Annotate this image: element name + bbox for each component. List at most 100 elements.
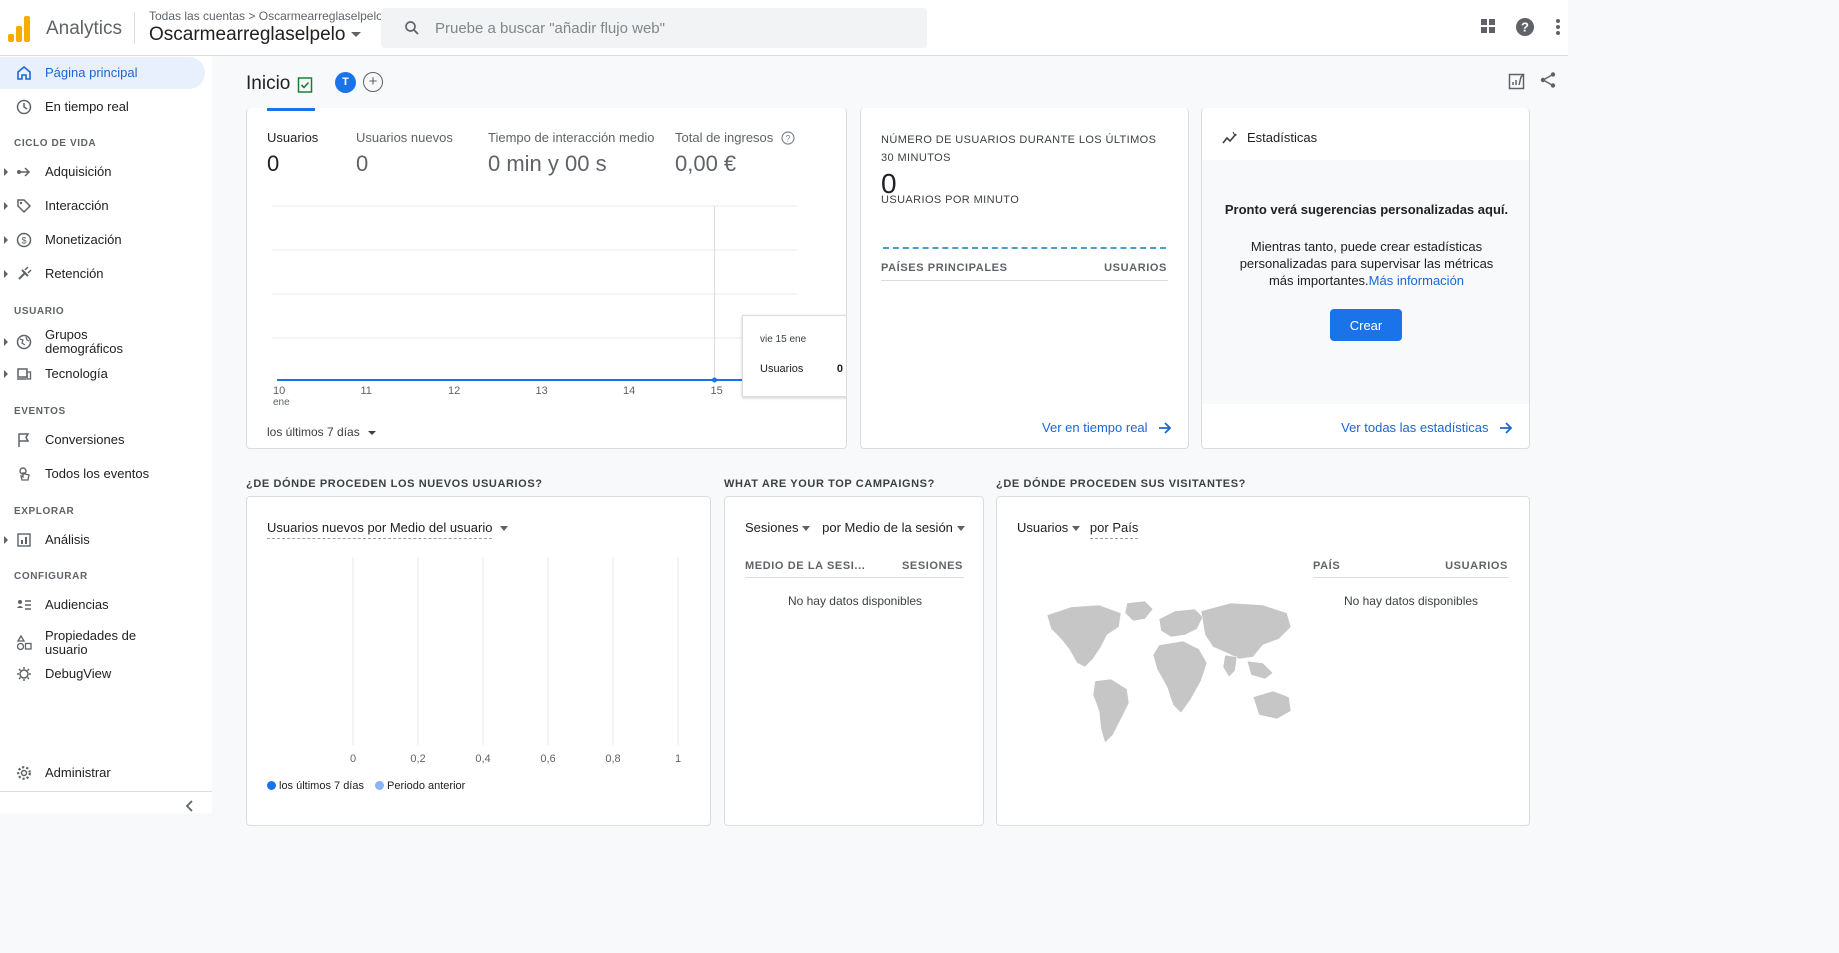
- view-all-insights-link[interactable]: Ver todas las estadísticas: [1341, 419, 1513, 437]
- metric-engagement-time[interactable]: Tiempo de interacción medio 0 min y 00 s: [488, 130, 654, 177]
- customize-report-icon[interactable]: [1508, 72, 1526, 90]
- search-input[interactable]: [435, 8, 915, 48]
- explore-icon: [17, 533, 31, 547]
- bug-gear-icon: [17, 667, 31, 681]
- overview-card: Usuarios 0 Usuarios nuevos 0 Tiempo de i…: [246, 108, 847, 449]
- chevron-down-icon: [802, 526, 811, 532]
- sidebar-item-monetization[interactable]: $ Monetización: [0, 224, 205, 256]
- divider: [1313, 577, 1509, 578]
- add-comparison-button[interactable]: +: [363, 72, 383, 92]
- create-insight-button[interactable]: Crear: [1330, 309, 1402, 341]
- new-users-selector[interactable]: Usuarios nuevos por Medio del usuario: [267, 520, 509, 539]
- section-user: USUARIO: [14, 306, 65, 317]
- breadcrumb-root[interactable]: Todas las cuentas: [149, 9, 245, 23]
- expand-arrow-icon[interactable]: [4, 236, 8, 244]
- sidebar-item-acquisition[interactable]: Adquisición: [0, 156, 205, 188]
- svg-text:?: ?: [1521, 20, 1529, 35]
- expand-arrow-icon[interactable]: [4, 370, 8, 378]
- expand-arrow-icon[interactable]: [4, 202, 8, 210]
- more-info-link[interactable]: Más información: [1369, 273, 1464, 288]
- acquisition-icon: [17, 167, 31, 177]
- analytics-logo-icon[interactable]: [8, 14, 32, 42]
- insights-body: Pronto verá sugerencias personalizadas a…: [1202, 160, 1529, 404]
- section-title-new-users: ¿DE DÓNDE PROCEDEN LOS NUEVOS USUARIOS?: [246, 478, 543, 490]
- devices-icon: [17, 368, 32, 380]
- verified-doc-icon[interactable]: [297, 76, 313, 93]
- legend-label-previous[interactable]: Periodo anterior: [387, 780, 465, 792]
- help-outline-icon[interactable]: ?: [781, 131, 795, 145]
- column-header: PAÍSES PRINCIPALES: [881, 262, 1008, 274]
- expand-arrow-icon[interactable]: [4, 536, 8, 544]
- column-header[interactable]: MEDIO DE LA SESI...: [745, 560, 865, 572]
- sidebar-item-user-properties[interactable]: Propiedades de usuario: [0, 625, 205, 661]
- map-north-america: [1046, 604, 1122, 668]
- empty-state: No hay datos disponibles: [1343, 594, 1479, 608]
- legend-label-current[interactable]: los últimos 7 días: [279, 780, 364, 792]
- world-map[interactable]: [1041, 597, 1306, 747]
- expand-arrow-icon[interactable]: [4, 338, 8, 346]
- chevron-down-icon: [351, 32, 362, 38]
- share-icon[interactable]: [1539, 71, 1557, 89]
- metric-selector[interactable]: Usuarios: [1017, 520, 1081, 535]
- realtime-sparkline: [883, 247, 1166, 249]
- sidebar-item-demographics[interactable]: Grupos demográficos: [0, 324, 205, 360]
- sidebar-item-technology[interactable]: Tecnología: [0, 358, 205, 390]
- metric-label: Usuarios nuevos: [356, 130, 453, 145]
- dimension-selector[interactable]: por País: [1089, 520, 1139, 539]
- sidebar-item-retention[interactable]: Retención: [0, 258, 205, 290]
- sidebar-item-analysis[interactable]: Análisis: [0, 524, 205, 556]
- dimension-selector[interactable]: por Medio de la sesión: [822, 520, 965, 535]
- column-header[interactable]: PAÍS: [1313, 560, 1340, 572]
- sidebar-item-audiences[interactable]: Audiencias: [0, 589, 205, 621]
- expand-arrow-icon[interactable]: [4, 168, 8, 176]
- x-tick-label: 11: [361, 385, 372, 397]
- visitors-card: Usuarios por País PAÍS USUARIOS No hay d…: [996, 496, 1530, 826]
- x-tick-label: 0,8: [605, 753, 620, 765]
- new-users-bar-chart[interactable]: 0 0,2 0,4 0,6 0,8 1: [247, 547, 711, 772]
- collapse-sidebar-icon[interactable]: [184, 800, 194, 812]
- gear-icon: [17, 766, 31, 780]
- column-header[interactable]: USUARIOS: [1445, 560, 1508, 572]
- metric-revenue[interactable]: Total de ingresos ? 0,00 €: [675, 130, 795, 177]
- sidebar-item-label: Interacción: [45, 198, 109, 213]
- metric-new-users[interactable]: Usuarios nuevos 0: [356, 130, 453, 177]
- sidebar-item-realtime[interactable]: En tiempo real: [0, 91, 205, 123]
- sidebar-item-label: Conversiones: [45, 432, 125, 447]
- metric-label: Usuarios: [267, 130, 319, 145]
- metric-selector[interactable]: Sesiones: [745, 520, 811, 535]
- breadcrumb[interactable]: Todas las cuentas > Oscarmearreglaselpel…: [149, 9, 383, 23]
- view-realtime-link[interactable]: Ver en tiempo real: [1042, 419, 1172, 437]
- date-range-selector[interactable]: los últimos 7 días: [267, 425, 377, 439]
- divider: [745, 577, 964, 578]
- sidebar-item-home[interactable]: Página principal: [0, 57, 205, 89]
- legend-dot-current: [267, 781, 276, 790]
- selector-label: Usuarios nuevos por Medio del usuario: [267, 520, 493, 539]
- column-header: USUARIOS: [1104, 262, 1167, 274]
- map-europe: [1158, 608, 1204, 638]
- sidebar-item-engagement[interactable]: Interacción: [0, 190, 205, 222]
- help-icon[interactable]: ?: [1515, 17, 1535, 37]
- sidebar-item-label: Administrar: [45, 765, 111, 780]
- sidebar-item-admin[interactable]: Administrar: [0, 757, 205, 789]
- sidebar-item-label: Todos los eventos: [45, 466, 150, 481]
- property-selector[interactable]: Oscarmearreglaselpelo: [149, 24, 362, 46]
- apps-grid-icon[interactable]: [1480, 18, 1496, 34]
- search-bar[interactable]: [381, 8, 927, 48]
- column-header[interactable]: SESIONES: [902, 560, 963, 572]
- sidebar-item-conversions[interactable]: Conversiones: [0, 424, 205, 456]
- more-vert-icon[interactable]: [1555, 17, 1561, 37]
- divider: [881, 280, 1168, 281]
- search-icon: [405, 21, 419, 35]
- x-tick-label: 1: [675, 753, 681, 765]
- avatar[interactable]: T: [335, 72, 356, 93]
- metric-users[interactable]: Usuarios 0: [267, 130, 318, 177]
- campaigns-selectors: Sesiones por Medio de la sesión: [745, 520, 965, 535]
- breadcrumb-account[interactable]: Oscarmearreglaselpelo: [259, 9, 383, 23]
- top-bar: Analytics Todas las cuentas > Oscarmearr…: [0, 0, 1568, 56]
- map-se-asia: [1246, 660, 1274, 680]
- sidebar-item-label: En tiempo real: [45, 99, 129, 114]
- sidebar-item-all-events[interactable]: Todos los eventos: [0, 458, 205, 490]
- insights-heading: Pronto verá sugerencias personalizadas a…: [1224, 202, 1509, 217]
- expand-arrow-icon[interactable]: [4, 270, 8, 278]
- sidebar-item-debugview[interactable]: DebugView: [0, 658, 205, 690]
